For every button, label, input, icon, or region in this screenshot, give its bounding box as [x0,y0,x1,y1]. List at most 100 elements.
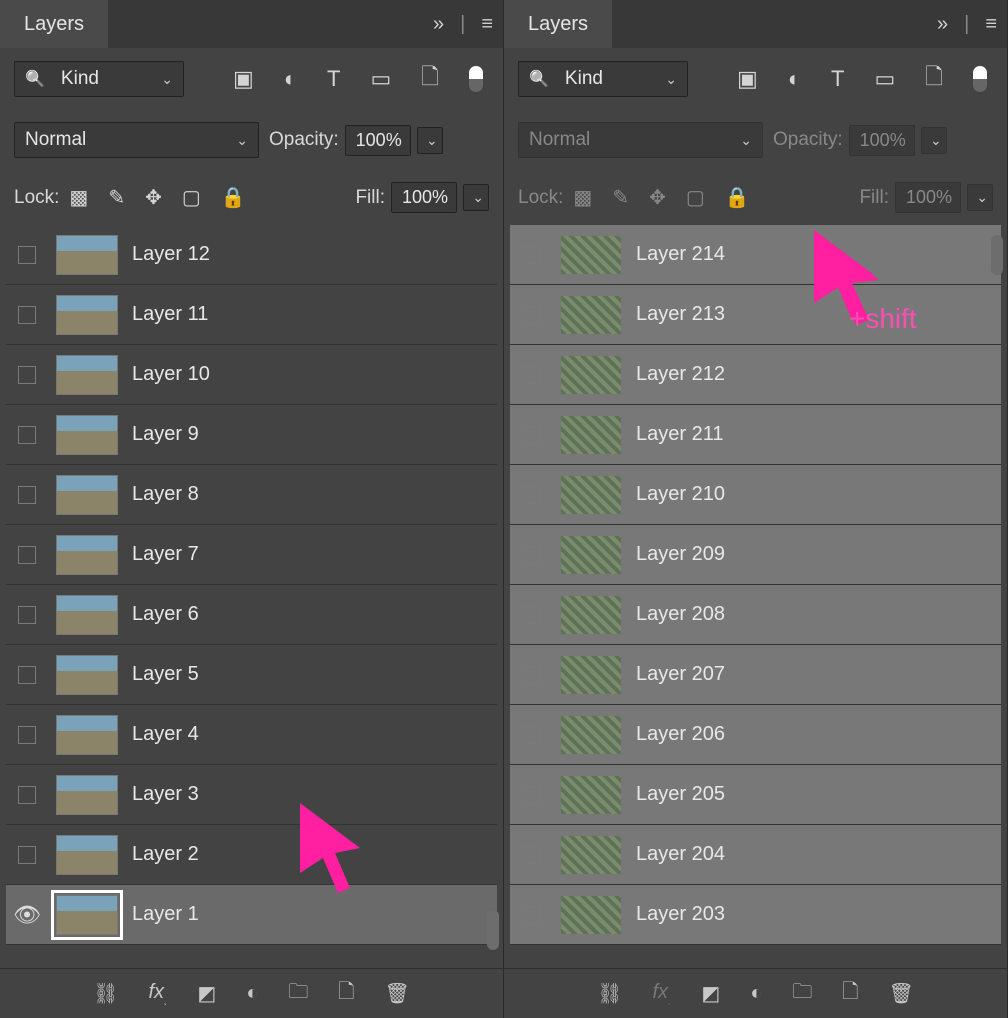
visibility-toggle[interactable] [12,486,42,504]
layer-row[interactable]: Layer 214 [510,225,1001,285]
lock-all-icon[interactable]: 🔒 [725,185,750,210]
lock-transparency-icon[interactable]: ▩ [573,185,592,210]
fx-icon[interactable]: fx˯ [653,981,672,1006]
adjustment-icon[interactable]: ◐ [284,66,297,92]
layer-name-label[interactable]: Layer 4 [132,723,199,746]
layer-row[interactable]: Layer 208 [510,585,1001,645]
smartobject-icon[interactable]: 🗋 [925,60,943,98]
link-icon[interactable]: ⛓ [93,981,118,1006]
layer-name-label[interactable]: Layer 211 [636,423,723,446]
layer-name-label[interactable]: Layer 2 [132,843,199,866]
visibility-toggle[interactable] [12,666,42,684]
fill-dropdown[interactable]: ⌄ [463,184,489,211]
visibility-toggle[interactable] [516,786,546,804]
new-layer-icon[interactable]: 🗋 [842,977,858,1011]
filter-toggle[interactable] [469,66,483,92]
scrollbar-thumb[interactable] [487,910,499,950]
layer-name-label[interactable]: Layer 9 [132,423,199,446]
shape-icon[interactable]: ▭ [875,66,896,92]
layer-name-label[interactable]: Layer 207 [636,663,725,686]
shape-icon[interactable]: ▭ [371,66,392,92]
visibility-toggle[interactable] [12,366,42,384]
layer-thumbnail[interactable] [560,475,622,515]
layer-name-label[interactable]: Layer 204 [636,843,725,866]
layer-thumbnail[interactable] [560,535,622,575]
fx-icon[interactable]: fx˯ [149,981,168,1006]
layer-thumbnail[interactable] [560,715,622,755]
blend-mode-select[interactable]: Normal ⌄ [14,122,259,158]
layer-row[interactable]: Layer 6 [6,585,497,645]
layer-thumbnail[interactable] [560,895,622,935]
layer-thumbnail[interactable] [56,355,118,395]
layer-thumbnail[interactable] [56,895,118,935]
layer-row[interactable]: Layer 10 [6,345,497,405]
visibility-toggle[interactable] [516,666,546,684]
layer-name-label[interactable]: Layer 3 [132,783,199,806]
lock-artboard-icon[interactable]: ▢ [686,185,705,210]
filter-toggle[interactable] [973,66,987,92]
layer-row[interactable]: 👁 Layer 1 [6,885,497,945]
visibility-toggle[interactable] [12,546,42,564]
opacity-input[interactable]: 100% [345,125,411,156]
layer-name-label[interactable]: Layer 1 [132,903,199,926]
layer-name-label[interactable]: Layer 6 [132,603,199,626]
smartobject-icon[interactable]: 🗋 [421,60,439,98]
layer-name-label[interactable]: Layer 10 [132,363,210,386]
filter-kind-select[interactable]: Kind ⌄ [518,61,688,97]
opacity-dropdown[interactable]: ⌄ [417,127,443,154]
layer-thumbnail[interactable] [56,595,118,635]
layer-name-label[interactable]: Layer 205 [636,783,725,806]
layer-thumbnail[interactable] [56,415,118,455]
lock-all-icon[interactable]: 🔒 [221,185,246,210]
visibility-toggle[interactable] [516,426,546,444]
layer-row[interactable]: Layer 3 [6,765,497,825]
layer-thumbnail[interactable] [560,775,622,815]
mask-icon[interactable]: ◩ [197,981,216,1006]
layer-list[interactable]: Layer 12 Layer 11 Layer 10 Layer 9 Layer 8 La… [0,225,503,968]
layer-row[interactable]: Layer 9 [6,405,497,465]
layer-name-label[interactable]: Layer 8 [132,483,199,506]
trash-icon[interactable]: 🗑 [889,981,914,1006]
group-icon[interactable]: 🗀 [792,977,812,1011]
layer-thumbnail[interactable] [56,835,118,875]
visibility-toggle[interactable] [516,486,546,504]
visibility-toggle[interactable] [516,726,546,744]
lock-artboard-icon[interactable]: ▢ [182,185,201,210]
new-layer-icon[interactable]: 🗋 [338,977,354,1011]
layer-thumbnail[interactable] [56,715,118,755]
scrollbar-thumb[interactable] [991,235,1003,275]
visibility-toggle[interactable] [12,306,42,324]
layer-row[interactable]: Layer 205 [510,765,1001,825]
link-icon[interactable]: ⛓ [597,981,622,1006]
visibility-toggle[interactable] [12,786,42,804]
lock-brush-icon[interactable]: ✎ [108,185,125,210]
visibility-toggle[interactable] [516,306,546,324]
layer-thumbnail[interactable] [560,835,622,875]
layer-thumbnail[interactable] [56,775,118,815]
layer-thumbnail[interactable] [56,475,118,515]
visibility-toggle[interactable] [516,246,546,264]
adjust-fill-icon[interactable]: ◐ [246,982,258,1005]
layer-thumbnail[interactable] [560,415,622,455]
layer-row[interactable]: Layer 206 [510,705,1001,765]
layer-name-label[interactable]: Layer 212 [636,363,725,386]
layer-name-label[interactable]: Layer 7 [132,543,199,566]
layer-thumbnail[interactable] [56,235,118,275]
lock-transparency-icon[interactable]: ▩ [69,185,88,210]
layer-row[interactable]: Layer 2 [6,825,497,885]
layer-name-label[interactable]: Layer 12 [132,243,210,266]
lock-position-icon[interactable]: ✥ [649,185,666,210]
layer-row[interactable]: Layer 211 [510,405,1001,465]
layer-row[interactable]: Layer 12 [6,225,497,285]
layer-thumbnail[interactable] [560,595,622,635]
panel-menu-icon[interactable] [481,13,493,36]
visibility-toggle[interactable] [516,366,546,384]
layer-name-label[interactable]: Layer 210 [636,483,725,506]
layer-thumbnail[interactable] [560,355,622,395]
layer-name-label[interactable]: Layer 214 [636,243,725,266]
fill-input[interactable]: 100% [391,182,457,213]
visibility-toggle[interactable] [12,426,42,444]
visibility-toggle[interactable]: 👁 [12,902,42,928]
layer-name-label[interactable]: Layer 11 [132,303,208,326]
layer-thumbnail[interactable] [56,295,118,335]
